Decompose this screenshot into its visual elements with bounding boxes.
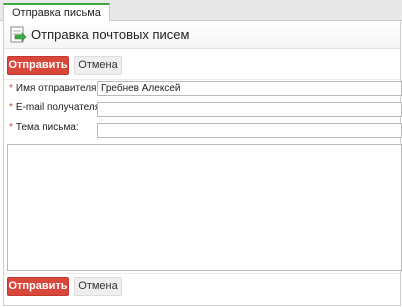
tab-send-letter[interactable]: Отправка письма bbox=[3, 3, 110, 22]
recipient-email-field[interactable] bbox=[97, 102, 402, 117]
divider-top bbox=[4, 79, 400, 80]
cancel-button-top[interactable]: Отмена bbox=[74, 56, 122, 75]
required-marker: * bbox=[9, 122, 13, 133]
sender-name-field[interactable]: Гребнев Алексей bbox=[97, 81, 402, 96]
subject-label-text: Тема письма: bbox=[15, 122, 79, 133]
send-button-bottom[interactable]: Отправить bbox=[7, 277, 69, 296]
page-title: Отправка почтовых писем bbox=[31, 27, 190, 42]
required-marker: * bbox=[9, 102, 13, 113]
tab-strip: Отправка письма bbox=[0, 0, 402, 22]
page-header: Отправка почтовых писем bbox=[4, 21, 400, 49]
recipient-label: * E-mail получателя: bbox=[9, 102, 103, 114]
sender-label: * Имя отправителя: bbox=[9, 83, 99, 95]
subject-label: * Тема письма: bbox=[9, 122, 79, 134]
sender-label-text: Имя отправителя: bbox=[15, 83, 100, 94]
subject-field[interactable] bbox=[97, 123, 402, 138]
main-panel: Отправка почтовых писем Отправить Отмена… bbox=[3, 21, 402, 306]
required-marker: * bbox=[9, 83, 13, 94]
send-button-top[interactable]: Отправить bbox=[7, 56, 69, 75]
divider-bottom bbox=[4, 273, 400, 274]
recipient-label-text: E-mail получателя: bbox=[15, 102, 103, 113]
cancel-button-bottom[interactable]: Отмена bbox=[74, 277, 122, 296]
mail-send-icon bbox=[10, 26, 27, 43]
message-body-textarea[interactable] bbox=[7, 144, 402, 271]
